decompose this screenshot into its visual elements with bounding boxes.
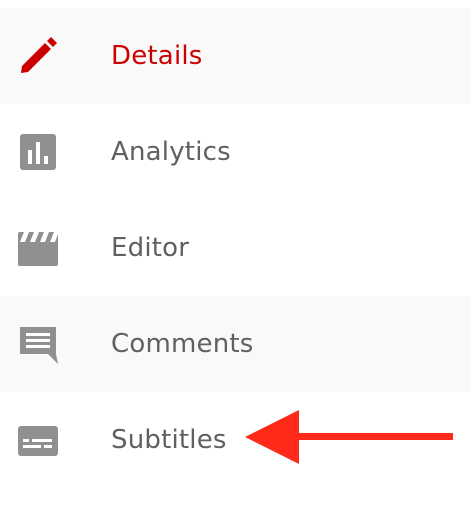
sidebar-item-comments[interactable]: Comments xyxy=(0,296,470,392)
clapperboard-icon xyxy=(18,228,58,268)
sidebar-item-analytics[interactable]: Analytics xyxy=(0,104,470,200)
sidebar-item-details[interactable]: Details xyxy=(0,8,470,104)
sidebar-item-editor[interactable]: Editor xyxy=(0,200,470,296)
comment-icon xyxy=(18,324,58,364)
pencil-icon xyxy=(18,36,58,76)
bar-chart-icon xyxy=(18,132,58,172)
subtitles-icon xyxy=(18,420,58,460)
sidebar-item-label: Comments xyxy=(111,329,254,359)
sidebar-item-label: Editor xyxy=(111,233,190,263)
sidebar-item-label: Details xyxy=(111,41,203,71)
sidebar-item-label: Subtitles xyxy=(111,425,227,455)
annotation-arrow-icon xyxy=(245,410,455,464)
sidebar-item-label: Analytics xyxy=(111,137,231,167)
